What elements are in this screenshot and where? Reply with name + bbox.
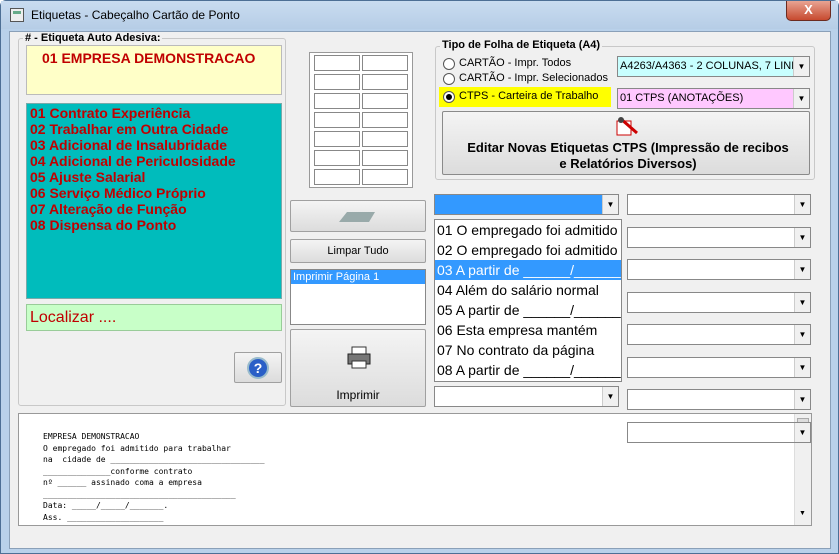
phrase-combo[interactable]: ▼ — [434, 194, 619, 215]
preview-line: na cidade de ___________________________… — [43, 455, 265, 464]
edit-document-icon — [616, 117, 638, 136]
imprimir-label: Imprimir — [336, 388, 380, 402]
phrase-list-item[interactable]: 03 A partir de ______/______ — [435, 260, 621, 280]
etiqueta-list-item[interactable]: 05 Ajuste Salarial — [27, 169, 281, 185]
radio-ctps-label[interactable]: CTPS - Carteira de Trabalho — [459, 90, 598, 102]
close-button[interactable]: X — [786, 1, 831, 21]
ctps-combo[interactable]: 01 CTPS (ANOTAÇÕES) ▼ — [617, 88, 810, 109]
phrase-list-item[interactable]: 08 A partir de ______/______ — [435, 360, 621, 380]
phrase-list-item[interactable]: 02 O empregado foi admitido — [435, 240, 621, 260]
phrase-list-item[interactable]: 07 No contrato da página — [435, 340, 621, 360]
chevron-down-icon[interactable]: ▼ — [793, 89, 809, 108]
right-combo[interactable]: ▼ — [627, 259, 811, 280]
right-combo[interactable]: ▼ — [627, 226, 811, 248]
phrase-list[interactable]: 01 O empregado foi admitido 02 O empregad… — [434, 219, 622, 382]
chevron-down-icon[interactable]: ▼ — [794, 390, 810, 409]
editar-etiquetas-button[interactable]: Editar Novas Etiquetas CTPS (Impressão d… — [442, 111, 810, 175]
etiqueta-list-item[interactable]: 04 Adicional de Periculosidade — [27, 153, 281, 169]
radio-cartao-todos-label[interactable]: CARTÃO - Impr. Todos — [459, 57, 571, 69]
chevron-down-icon[interactable]: ▼ — [794, 260, 810, 279]
app-icon — [10, 8, 24, 22]
radio-cartao-selecionados-label[interactable]: CARTÃO - Impr. Selecionados — [459, 72, 608, 84]
right-combo[interactable]: ▼ — [627, 291, 811, 313]
title-bar[interactable]: Etiquetas - Cabeçalho Cartão de Ponto X — [1, 1, 838, 29]
radio-cartao-selecionados[interactable] — [443, 73, 455, 85]
arrow-right-icon — [339, 212, 375, 222]
limpar-tudo-button[interactable]: Limpar Tudo — [290, 239, 426, 263]
radio-cartao-todos[interactable] — [443, 58, 455, 70]
etiqueta-list-item[interactable]: 02 Trabalhar em Outra Cidade — [27, 121, 281, 137]
empresa-name: 01 EMPRESA DEMONSTRACAO — [42, 50, 256, 66]
preview-line: O empregado foi admitido para trabalhar — [43, 443, 231, 453]
scroll-down-icon[interactable]: ▼ — [799, 510, 806, 517]
empresa-box: 01 EMPRESA DEMONSTRACAO — [26, 45, 282, 95]
phrase-extra-combo[interactable]: ▼ — [434, 386, 619, 407]
preview-line: ________________________________________ — [43, 489, 236, 499]
chevron-down-icon[interactable]: ▼ — [794, 227, 810, 247]
layout-combo[interactable]: A4263/A4363 - 2 COLUNAS, 7 LINHAS ▼ — [617, 56, 810, 77]
pages-list[interactable]: Imprimir Página 1 — [290, 269, 426, 325]
page-item[interactable]: Imprimir Página 1 — [291, 270, 425, 284]
main-window: Etiquetas - Cabeçalho Cartão de Ponto X … — [0, 0, 839, 554]
chevron-down-icon[interactable]: ▼ — [794, 195, 810, 214]
etiqueta-list-item[interactable]: 08 Dispensa do Ponto — [27, 217, 281, 233]
phrase-list-item[interactable]: 05 A partir de ______/______ — [435, 300, 621, 320]
right-combo[interactable]: ▼ — [627, 356, 811, 378]
etiqueta-list[interactable]: 01 Contrato Experiência 02 Trabalhar em O… — [26, 103, 282, 299]
right-combo[interactable]: ▼ — [627, 194, 811, 215]
printer-icon — [347, 346, 371, 369]
help-button[interactable]: ? — [234, 352, 282, 383]
localizar-label: Localizar .... — [30, 309, 117, 326]
client-area: # - Etiqueta Auto Adesiva: 01 EMPRESA DE… — [9, 31, 831, 549]
label-sheet-preview — [309, 52, 413, 188]
radio-ctps[interactable] — [443, 91, 455, 103]
preview-line: Ass. ____________________ — [43, 512, 164, 522]
chevron-down-icon[interactable]: ▼ — [794, 422, 810, 442]
help-icon: ? — [247, 357, 269, 379]
transfer-button[interactable] — [290, 200, 426, 232]
chevron-down-icon[interactable]: ▼ — [602, 195, 618, 214]
right-combo[interactable]: ▼ — [627, 324, 811, 345]
window-title: Etiquetas - Cabeçalho Cartão de Ponto — [31, 8, 240, 22]
preview-line: Data: _____/_____/_______. — [43, 501, 169, 510]
tipo-legend: Tipo de Folha de Etiqueta (A4) — [440, 39, 603, 51]
etiqueta-list-item[interactable]: 07 Alteração de Função — [27, 201, 281, 217]
preview-line: nº ______ assinado coma a empresa — [43, 478, 202, 487]
chevron-down-icon[interactable]: ▼ — [794, 292, 810, 312]
chevron-down-icon[interactable]: ▼ — [794, 357, 810, 377]
phrase-list-item[interactable]: 04 Além do salário normal — [435, 280, 621, 300]
editar-label: Editar Novas Etiquetas CTPS (Impressão d… — [467, 140, 789, 171]
chevron-down-icon[interactable]: ▼ — [794, 325, 810, 344]
etiqueta-list-item[interactable]: 03 Adicional de Insalubridade — [27, 137, 281, 153]
phrase-list-item[interactable]: 06 Esta empresa mantém — [435, 320, 621, 340]
preview-line: ______________conforme contrato — [43, 466, 193, 476]
etiqueta-list-item[interactable]: 06 Serviço Médico Próprio — [27, 185, 281, 201]
auto-adesiva-legend: # - Etiqueta Auto Adesiva: — [23, 32, 163, 44]
phrase-list-item[interactable]: 01 O empregado foi admitido — [435, 220, 621, 240]
chevron-down-icon[interactable]: ▼ — [602, 387, 618, 406]
imprimir-button[interactable]: Imprimir — [290, 329, 426, 407]
localizar-box[interactable]: Localizar .... — [26, 304, 282, 331]
chevron-down-icon[interactable]: ▼ — [793, 57, 809, 76]
right-combo[interactable]: ▼ — [627, 389, 811, 410]
right-combo[interactable]: ▼ — [627, 421, 811, 443]
etiqueta-list-item[interactable]: 01 Contrato Experiência — [27, 105, 281, 121]
